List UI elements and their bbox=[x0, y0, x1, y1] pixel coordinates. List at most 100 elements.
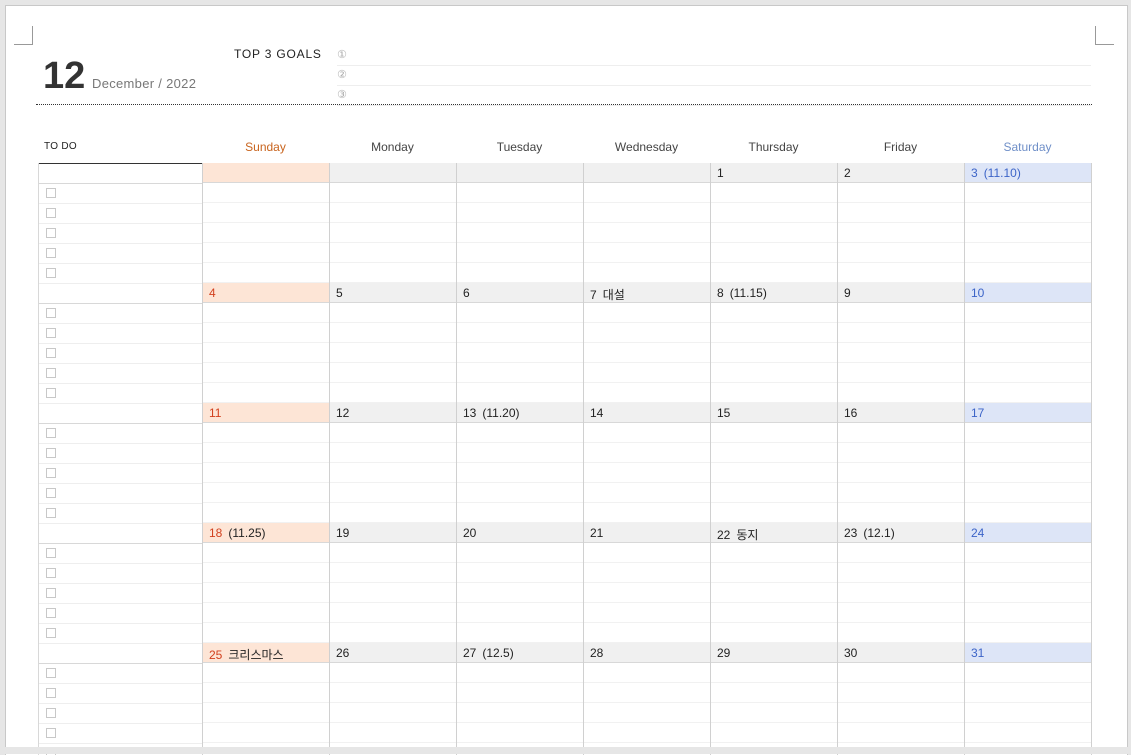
todo-row[interactable] bbox=[39, 383, 202, 404]
todo-row[interactable] bbox=[39, 443, 202, 464]
day-cell-line bbox=[965, 502, 1091, 503]
todo-checkbox[interactable] bbox=[46, 508, 56, 518]
day-cell-number: 1 bbox=[717, 166, 724, 180]
todo-header-row[interactable] bbox=[39, 163, 202, 184]
todo-row[interactable] bbox=[39, 543, 202, 564]
todo-checkbox[interactable] bbox=[46, 548, 56, 558]
todo-row[interactable] bbox=[39, 203, 202, 224]
todo-checkbox[interactable] bbox=[46, 448, 56, 458]
day-cell[interactable]: 1 bbox=[710, 163, 837, 283]
todo-header-row[interactable] bbox=[39, 643, 202, 664]
todo-row[interactable] bbox=[39, 623, 202, 644]
day-cell-line bbox=[965, 242, 1091, 243]
todo-row[interactable] bbox=[39, 463, 202, 484]
day-cell[interactable]: 2 bbox=[837, 163, 964, 283]
weekday-wednesday: Wednesday bbox=[614, 140, 679, 154]
day-cell[interactable]: 15 bbox=[710, 403, 837, 523]
todo-row[interactable] bbox=[39, 563, 202, 584]
todo-row[interactable] bbox=[39, 603, 202, 624]
todo-checkbox[interactable] bbox=[46, 348, 56, 358]
todo-checkbox[interactable] bbox=[46, 488, 56, 498]
todo-row[interactable] bbox=[39, 323, 202, 344]
day-cell[interactable]: 31 bbox=[964, 643, 1092, 755]
day-cell[interactable]: 24 bbox=[964, 523, 1092, 643]
day-cell[interactable]: 20 bbox=[456, 523, 583, 643]
todo-checkbox[interactable] bbox=[46, 588, 56, 598]
day-cell[interactable]: 19 bbox=[329, 523, 456, 643]
day-cell[interactable]: 14 bbox=[583, 403, 710, 523]
todo-header-row[interactable] bbox=[39, 403, 202, 424]
day-cell[interactable]: 9 bbox=[837, 283, 964, 403]
goal-line-3[interactable]: ③ bbox=[337, 85, 1091, 106]
todo-row[interactable] bbox=[39, 303, 202, 324]
goals-title: TOP 3 GOALS bbox=[234, 47, 322, 61]
todo-checkbox[interactable] bbox=[46, 248, 56, 258]
todo-checkbox[interactable] bbox=[46, 668, 56, 678]
day-cell[interactable]: 6 bbox=[456, 283, 583, 403]
day-cell[interactable]: 16 bbox=[837, 403, 964, 523]
todo-row[interactable] bbox=[39, 683, 202, 704]
day-cell[interactable]: 13 (11.20) bbox=[456, 403, 583, 523]
day-cell[interactable] bbox=[202, 163, 329, 283]
day-cell[interactable]: 5 bbox=[329, 283, 456, 403]
day-cell[interactable]: 28 bbox=[583, 643, 710, 755]
day-cell[interactable]: 3 (11.10) bbox=[964, 163, 1092, 283]
todo-checkbox[interactable] bbox=[46, 308, 56, 318]
goal-line-1[interactable]: ① bbox=[337, 45, 1091, 66]
todo-row[interactable] bbox=[39, 723, 202, 744]
todo-row[interactable] bbox=[39, 483, 202, 504]
todo-row[interactable] bbox=[39, 263, 202, 284]
todo-checkbox[interactable] bbox=[46, 208, 56, 218]
day-cell[interactable]: 29 bbox=[710, 643, 837, 755]
todo-row[interactable] bbox=[39, 503, 202, 524]
day-cell[interactable]: 8 (11.15) bbox=[710, 283, 837, 403]
day-cell[interactable]: 21 bbox=[583, 523, 710, 643]
todo-checkbox[interactable] bbox=[46, 328, 56, 338]
todo-row[interactable] bbox=[39, 363, 202, 384]
todo-row[interactable] bbox=[39, 223, 202, 244]
day-cell-header: 21 bbox=[584, 523, 710, 543]
todo-checkbox[interactable] bbox=[46, 368, 56, 378]
todo-checkbox[interactable] bbox=[46, 188, 56, 198]
day-cell[interactable]: 4 bbox=[202, 283, 329, 403]
todo-checkbox[interactable] bbox=[46, 568, 56, 578]
todo-row[interactable] bbox=[39, 703, 202, 724]
day-cell[interactable]: 10 bbox=[964, 283, 1092, 403]
todo-checkbox[interactable] bbox=[46, 608, 56, 618]
todo-header-row[interactable] bbox=[39, 283, 202, 304]
todo-checkbox[interactable] bbox=[46, 428, 56, 438]
todo-checkbox[interactable] bbox=[46, 268, 56, 278]
todo-row[interactable] bbox=[39, 663, 202, 684]
day-cell[interactable] bbox=[456, 163, 583, 283]
day-cell[interactable]: 25 크리스마스 bbox=[202, 643, 329, 755]
day-cell-line bbox=[711, 342, 837, 343]
day-cell-number: 3 bbox=[971, 166, 978, 180]
todo-checkbox[interactable] bbox=[46, 388, 56, 398]
day-cell[interactable]: 27 (12.5) bbox=[456, 643, 583, 755]
day-cell[interactable] bbox=[583, 163, 710, 283]
day-cell[interactable]: 26 bbox=[329, 643, 456, 755]
day-cell-line bbox=[584, 462, 710, 463]
todo-row[interactable] bbox=[39, 583, 202, 604]
day-cell[interactable]: 12 bbox=[329, 403, 456, 523]
todo-checkbox[interactable] bbox=[46, 688, 56, 698]
todo-row[interactable] bbox=[39, 423, 202, 444]
todo-row[interactable] bbox=[39, 343, 202, 364]
todo-header-row[interactable] bbox=[39, 523, 202, 544]
day-cell[interactable]: 11 bbox=[202, 403, 329, 523]
day-cell[interactable]: 18 (11.25) bbox=[202, 523, 329, 643]
todo-checkbox[interactable] bbox=[46, 708, 56, 718]
todo-checkbox[interactable] bbox=[46, 728, 56, 738]
day-cell[interactable]: 30 bbox=[837, 643, 964, 755]
day-cell[interactable]: 22 동지 bbox=[710, 523, 837, 643]
goal-line-2[interactable]: ② bbox=[337, 65, 1091, 86]
day-cell[interactable] bbox=[329, 163, 456, 283]
todo-row[interactable] bbox=[39, 183, 202, 204]
todo-checkbox[interactable] bbox=[46, 468, 56, 478]
todo-checkbox[interactable] bbox=[46, 228, 56, 238]
day-cell[interactable]: 7 대설 bbox=[583, 283, 710, 403]
todo-checkbox[interactable] bbox=[46, 628, 56, 638]
day-cell[interactable]: 17 bbox=[964, 403, 1092, 523]
day-cell[interactable]: 23 (12.1) bbox=[837, 523, 964, 643]
todo-row[interactable] bbox=[39, 243, 202, 264]
